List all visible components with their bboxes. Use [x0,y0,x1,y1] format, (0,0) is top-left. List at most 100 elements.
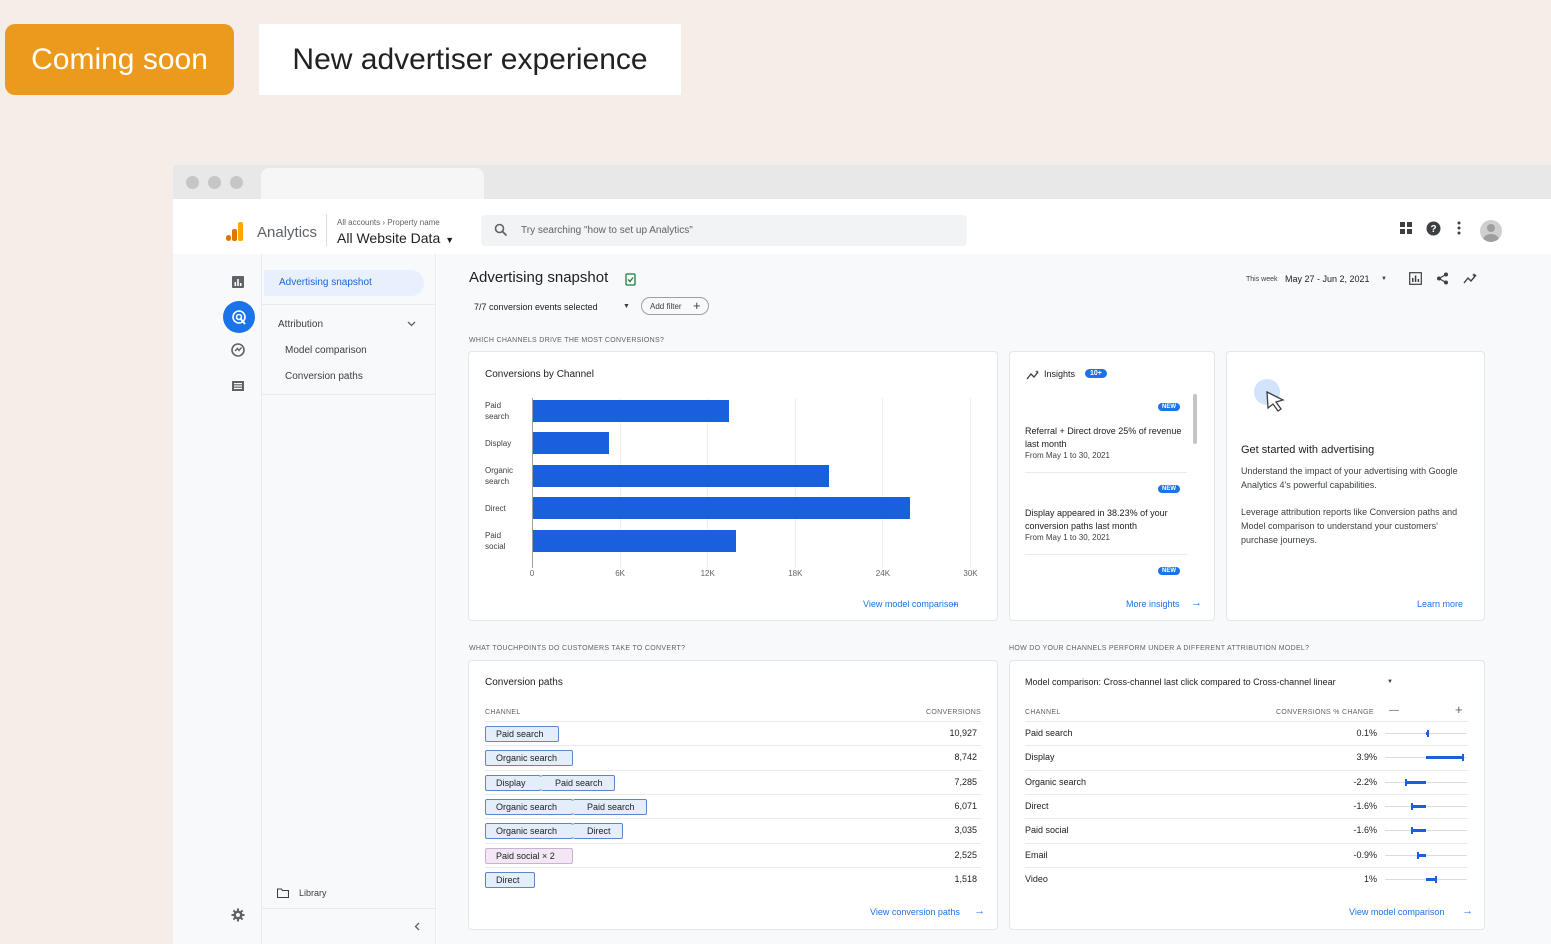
configure-list-icon[interactable] [231,380,245,392]
window-minimize-dot[interactable] [208,176,221,189]
channel-step-chip[interactable]: Direct [573,823,623,840]
new-badge: NEW [1158,567,1180,575]
chevron-up-icon[interactable] [407,321,416,327]
subnav-item-conversion-paths[interactable]: Conversion paths [285,371,363,382]
coming-soon-text: Coming soon [31,42,208,76]
advertising-nav-button[interactable] [223,301,255,333]
column-header-change: CONVERSIONS % CHANGE [1276,709,1374,716]
channel-step-chip[interactable]: Paid social × 2 [485,847,573,864]
insights-scrollbar[interactable] [1193,394,1197,444]
subnav-item-model-comparison[interactable]: Model comparison [285,345,367,356]
change-bar[interactable] [1405,780,1426,784]
window-close-dot[interactable] [186,176,199,189]
section-label-attribution: HOW DO YOUR CHANNELS PERFORM UNDER A DIF… [1009,645,1310,652]
chart-bar[interactable] [533,465,829,487]
browser-tab[interactable] [261,168,484,199]
more-vert-icon[interactable] [1457,221,1461,235]
collapse-chevron-icon[interactable] [414,922,420,931]
insight-divider [1025,472,1187,473]
zoom-out-button[interactable]: — [1389,705,1399,716]
search-bar[interactable]: Try searching "how to set up Analytics" [481,215,967,246]
library-link[interactable]: Library [299,888,327,898]
learn-more-link[interactable]: Learn more [1417,599,1463,609]
change-track [1385,805,1467,807]
window-maximize-dot[interactable] [230,176,243,189]
chart-x-tick-label: 30K [963,569,978,578]
subnav-item-advertising-snapshot[interactable]: Advertising snapshot [264,270,424,296]
arrow-right-icon: → [974,905,985,917]
conversions-value: 2,525 [954,849,977,860]
table-row-divider [485,793,981,795]
explore-icon[interactable] [231,343,245,357]
channel-step-chip[interactable]: Paid search [541,774,615,791]
change-bar[interactable] [1410,804,1426,808]
insights-title: Insights [1044,369,1076,379]
browser-chrome [173,165,1551,199]
chart-bar[interactable] [533,400,729,422]
plus-icon: + [693,298,701,313]
change-marker [1405,778,1408,786]
table-row-divider [1025,769,1468,771]
conversions-by-channel-card: Conversions by Channel View model compar… [468,351,998,621]
chart-category-label: Display [485,439,512,448]
channel-step-chip[interactable]: Organic search [485,823,573,840]
settings-gear-icon[interactable] [231,908,245,922]
insights-sparkle-icon[interactable] [1463,272,1478,285]
apps-grid-icon[interactable] [1400,222,1412,234]
change-bar[interactable] [1426,756,1464,760]
breadcrumb-accounts[interactable]: All accounts [337,218,380,227]
headline-text: New advertiser experience [292,42,648,76]
add-filter-button[interactable]: Add filter + [641,297,709,315]
reports-icon[interactable] [231,275,245,289]
cursor-click-icon [1254,379,1285,412]
channel-step-chip[interactable]: Organic search [485,750,573,767]
view-conversion-paths-link[interactable]: View conversion paths [870,907,960,917]
arrow-right-icon: → [948,597,959,609]
table-row-divider [1025,866,1468,868]
breadcrumb[interactable]: All accounts › Property name [337,218,440,227]
change-marker [1462,754,1465,762]
headline-banner: New advertiser experience [259,24,681,95]
insights-card: Insights 10+ NEW Referral + Direct drove… [1009,351,1215,621]
conversions-value: 6,071 [954,800,977,811]
help-icon[interactable]: ? [1426,221,1441,236]
table-row-divider [1025,745,1468,747]
channel-step-chip[interactable]: Display [485,774,541,791]
model-row-change: -1.6% [1353,825,1377,836]
chart-bar[interactable] [533,432,609,454]
channel-step-chip[interactable]: Paid search [485,726,559,742]
get-started-title: Get started with advertising [1241,444,1375,456]
insight-text[interactable]: Referral + Direct drove 25% of revenue l… [1025,425,1185,451]
search-icon [494,223,508,237]
conversions-value: 8,742 [954,752,977,763]
change-marker [1434,875,1437,883]
caret-down-icon: ▼ [1381,276,1387,282]
chart-bar[interactable] [533,497,910,519]
table-row-divider [1025,818,1468,820]
user-avatar[interactable] [1480,220,1502,242]
change-bar[interactable] [1410,829,1426,833]
more-insights-link[interactable]: More insights [1126,599,1180,609]
conversion-paths-card: Conversion paths CHANNEL CONVERSIONS Vie… [468,660,998,930]
zoom-in-button[interactable]: + [1455,702,1463,717]
subnav-section-attribution[interactable]: Attribution [278,319,323,330]
chart-x-tick-label: 24K [875,569,891,578]
channel-step-chip[interactable]: Direct [485,871,535,888]
insight-text[interactable]: Display appeared in 38.23% of your conve… [1025,507,1185,533]
channel-step-chip[interactable]: Paid search [573,798,647,815]
chart-bar[interactable] [533,530,736,552]
customize-report-icon[interactable] [1409,272,1422,285]
view-model-comparison-link[interactable]: View model comparison [863,599,958,609]
breadcrumb-property[interactable]: Property name [387,218,439,227]
date-preset-label: This week [1246,276,1278,283]
view-model-comparison-link[interactable]: View model comparison [1349,907,1444,917]
conversions-value: 7,285 [954,776,977,787]
property-selector[interactable]: All Website Data ▼ [337,230,454,246]
channel-step-chip[interactable]: Organic search [485,798,573,815]
chart-x-tick-label: 18K [788,569,803,578]
table-row-divider [1025,793,1468,795]
subnav-divider [262,908,436,909]
share-icon[interactable] [1436,272,1449,285]
change-track [1385,854,1467,856]
add-filter-label: Add filter [650,302,682,311]
